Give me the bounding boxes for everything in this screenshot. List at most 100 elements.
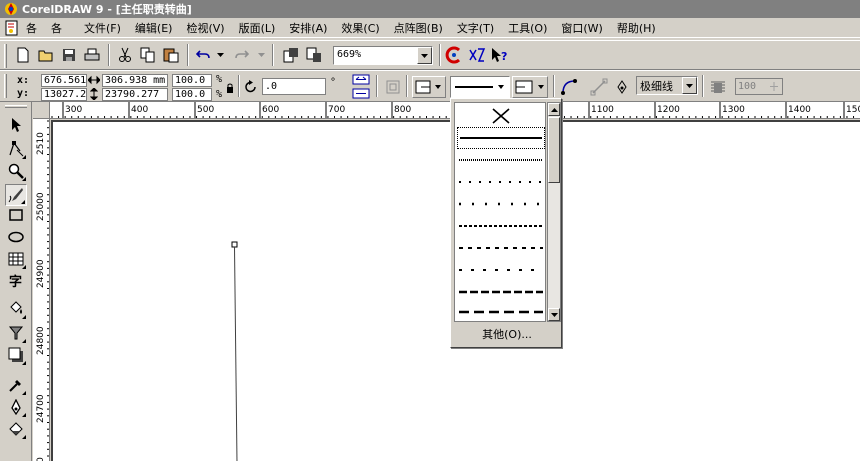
mirror-horizontal-icon[interactable] (350, 73, 372, 86)
break-apart-icon[interactable] (558, 76, 580, 98)
export-icon[interactable] (303, 44, 325, 66)
drawn-line[interactable] (234, 246, 238, 461)
ruler-label: 1200 (657, 105, 680, 115)
eyedropper-tool-icon[interactable] (5, 374, 27, 396)
menu-view[interactable]: 检视(V) (186, 20, 224, 36)
fill-tool-icon[interactable] (5, 418, 27, 440)
redo-dropdown-arrow[interactable] (256, 44, 266, 66)
application-launcher-icon[interactable] (443, 44, 465, 66)
menu-arrange[interactable]: 安排(A) (289, 20, 327, 36)
new-icon[interactable] (12, 44, 34, 66)
freehand-tool-icon[interactable] (5, 184, 27, 206)
coreldraw-app-icon[interactable] (4, 2, 18, 16)
line-style-option-dotted[interactable] (457, 171, 545, 193)
scroll-up-icon[interactable] (548, 103, 560, 116)
convert-outline-icon[interactable] (588, 76, 610, 98)
spin-icon[interactable] (770, 82, 778, 91)
menu-help[interactable]: 帮助(H) (617, 20, 656, 36)
undo-dropdown-arrow[interactable] (215, 44, 225, 66)
document-icon[interactable] (4, 20, 20, 36)
flyout-corner (22, 315, 26, 319)
scrollbar-thumb[interactable] (548, 117, 560, 183)
line-style-selector[interactable] (450, 76, 510, 98)
pick-tool-icon[interactable] (5, 114, 27, 136)
ruler-origin[interactable] (33, 102, 50, 119)
height-arrow-icon (90, 88, 98, 100)
flyout-corner (22, 155, 26, 159)
import-icon[interactable] (280, 44, 302, 66)
interactive-fill-tool-icon[interactable] (5, 298, 27, 320)
menu-item-0[interactable]: 各 (26, 20, 37, 36)
shape-tool-icon[interactable] (5, 138, 27, 160)
rotation-field[interactable]: .0 (262, 78, 326, 95)
x-position-field[interactable]: 676.561 (41, 74, 87, 87)
menu-bitmaps[interactable]: 点阵图(B) (394, 20, 443, 36)
start-arrowhead-selector[interactable] (412, 76, 446, 98)
property-bar-grip[interactable] (4, 74, 7, 98)
wrap-text-icon[interactable] (707, 76, 729, 98)
scale-y-field[interactable]: 100.0 (172, 88, 212, 101)
line-style-option-dashed[interactable] (457, 237, 545, 259)
save-icon[interactable] (58, 44, 80, 66)
menu-text[interactable]: 文字(T) (457, 20, 494, 36)
zoom-tool-icon[interactable] (5, 160, 27, 182)
toolbar-separator (108, 44, 110, 66)
line-style-scrollbar[interactable] (547, 102, 561, 322)
other-line-style-button[interactable]: 其他(O)... (454, 325, 560, 345)
lock-icon[interactable] (226, 83, 234, 93)
line-style-option-dash-dot[interactable] (457, 259, 545, 281)
menu-tools[interactable]: 工具(O) (508, 20, 547, 36)
ellipse-tool-icon[interactable] (5, 226, 27, 248)
ruler-label: 500 (197, 105, 214, 115)
width-field[interactable]: 306.938 mm (102, 74, 168, 87)
table-tool-icon[interactable] (5, 248, 27, 270)
toolbar-grip[interactable] (4, 44, 7, 68)
whats-this-icon[interactable]: ? (488, 44, 510, 66)
line-style-option-dashed-long[interactable] (457, 281, 545, 303)
line-style-option-solid[interactable] (457, 127, 545, 149)
line-style-option-dashed-longer[interactable] (457, 303, 545, 321)
convert-to-curves-icon[interactable] (382, 76, 404, 98)
interactive-transparency-tool-icon[interactable] (5, 322, 27, 344)
outline-tool-icon[interactable] (5, 396, 27, 418)
zoom-combo[interactable]: 669% (333, 46, 433, 65)
end-arrowhead-selector[interactable] (512, 76, 548, 98)
y-position-field[interactable]: 13027.2 (41, 88, 87, 101)
outline-width-value: 极细线 (640, 80, 673, 93)
line-style-option-dotted-fine[interactable] (457, 149, 545, 171)
width-arrow-icon (88, 75, 100, 85)
line-style-option-none[interactable] (457, 105, 545, 127)
corel-online-icon[interactable] (466, 44, 488, 66)
menu-edit[interactable]: 编辑(E) (135, 20, 173, 36)
height-field[interactable]: 23790.277 (102, 88, 168, 101)
paste-icon[interactable] (160, 44, 182, 66)
mirror-vertical-icon[interactable] (350, 87, 372, 100)
print-icon[interactable] (81, 44, 103, 66)
toolbox-grip[interactable] (5, 105, 27, 108)
copy-icon[interactable] (137, 44, 159, 66)
undo-icon[interactable] (192, 44, 214, 66)
menu-window[interactable]: 窗口(W) (561, 20, 602, 36)
node-handle[interactable] (231, 241, 238, 248)
line-style-option-dashed-short[interactable] (457, 215, 545, 237)
cut-icon[interactable] (114, 44, 136, 66)
opacity-field[interactable]: 100 (735, 78, 783, 95)
vertical-ruler[interactable]: 2510 25000 24900 24800 24700 4600 (33, 119, 50, 461)
open-icon[interactable] (35, 44, 57, 66)
line-style-option-dotted-wide[interactable] (457, 193, 545, 215)
interactive-drop-shadow-tool-icon[interactable] (5, 344, 27, 366)
text-tool-icon[interactable]: 字 (5, 270, 27, 292)
x-label: x: (17, 75, 30, 86)
chevron-down-icon[interactable] (682, 77, 697, 94)
property-bar: x: y: 676.561 13027.2 306.938 mm 23790.2… (0, 70, 860, 102)
rectangle-tool-icon[interactable] (5, 204, 27, 226)
redo-icon[interactable] (231, 44, 253, 66)
chevron-down-icon[interactable] (417, 47, 432, 64)
menu-item-1[interactable]: 各 (51, 20, 62, 36)
menu-effects[interactable]: 效果(C) (341, 20, 379, 36)
menu-file[interactable]: 文件(F) (84, 20, 121, 36)
menu-layout[interactable]: 版面(L) (239, 20, 276, 36)
scroll-down-icon[interactable] (548, 308, 560, 321)
scale-x-field[interactable]: 100.0 (172, 74, 212, 87)
outline-width-combo[interactable]: 极细线 (636, 76, 698, 95)
